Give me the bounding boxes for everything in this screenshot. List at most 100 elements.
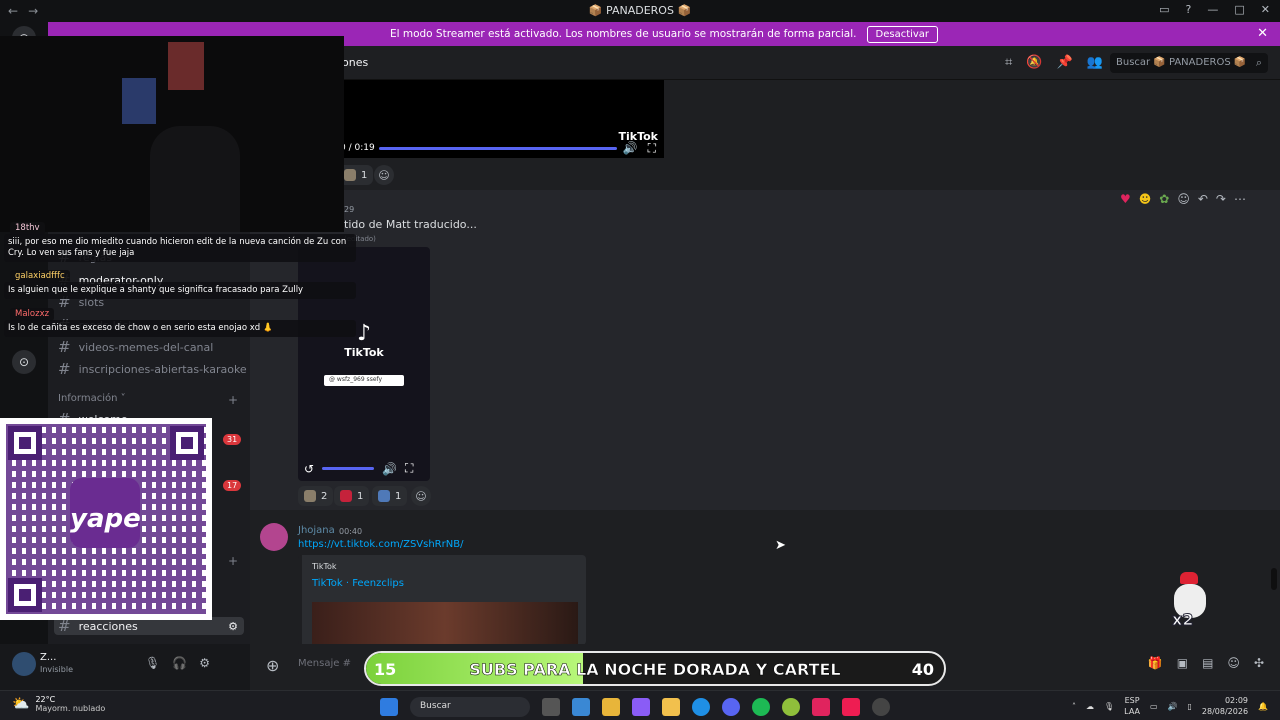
add-reaction-icon[interactable]: ☺	[411, 486, 431, 506]
gift-icon[interactable]: 🎁	[1148, 656, 1163, 670]
notifications-icon[interactable]: 🔕	[1026, 55, 1042, 70]
network-icon[interactable]: ▭	[1150, 702, 1158, 711]
attach-plus-icon[interactable]: ⊕	[266, 656, 279, 675]
settings-icon[interactable]: ⚙	[228, 620, 238, 633]
clock[interactable]: 02:09 28/08/2026	[1202, 695, 1248, 717]
gif-icon[interactable]: ▣	[1177, 656, 1188, 670]
taskbar-apps: Buscar	[380, 697, 890, 717]
mic-icon[interactable]: 🎙	[1104, 702, 1114, 711]
start-icon[interactable]	[380, 698, 398, 716]
battery-icon[interactable]: ▯	[1188, 702, 1192, 711]
task-view-icon[interactable]	[542, 698, 560, 716]
reaction[interactable]: 1	[372, 486, 408, 506]
file-explorer-icon[interactable]	[662, 698, 680, 716]
video-controls: 🔊 ⛶	[623, 141, 656, 156]
search-icon: ⌕	[1255, 56, 1262, 69]
inbox-icon[interactable]: ▭	[1159, 3, 1169, 16]
fullscreen-icon[interactable]: ⛶	[405, 461, 413, 476]
banner-text: El modo Streamer está activado. Los nomb…	[389, 28, 857, 40]
notepad-icon[interactable]	[572, 698, 590, 716]
spotify-icon[interactable]	[752, 698, 770, 716]
minimize-icon[interactable]: —	[1207, 3, 1218, 16]
message-author[interactable]: Jhojana	[298, 525, 335, 536]
store-icon[interactable]	[602, 698, 620, 716]
embed-title[interactable]: TikTok · Feenzclips	[312, 578, 404, 589]
taskbar-search[interactable]: Buscar	[410, 697, 530, 717]
obs-icon[interactable]	[872, 698, 890, 716]
notification-bell-icon[interactable]: 🔔	[1258, 702, 1268, 711]
channel-item[interactable]: # inscripciones-abiertas-karaoke	[58, 360, 247, 378]
add-reaction-icon[interactable]: ☺	[1177, 192, 1190, 206]
channel-name: ones	[342, 56, 369, 69]
goose-mascot: x2	[1168, 570, 1212, 632]
heart-reaction-icon[interactable]: ♥	[1120, 192, 1131, 206]
volume-slider[interactable]	[322, 467, 375, 470]
discord-icon[interactable]	[722, 698, 740, 716]
replay-icon[interactable]: ↺	[304, 462, 314, 476]
pin-icon[interactable]: 📌	[1057, 55, 1073, 70]
user-status: Invisible	[40, 665, 73, 674]
message-text: tido de Matt traducido...	[344, 218, 477, 231]
volume-icon[interactable]: 🔊	[382, 462, 397, 476]
sticker-icon[interactable]: ▤	[1202, 656, 1213, 670]
mention-badge: 17	[223, 480, 242, 491]
help-icon[interactable]: ?	[1186, 3, 1192, 16]
copilot-icon[interactable]	[632, 698, 650, 716]
window-title: 📦 PANADEROS 📦	[588, 4, 692, 17]
deactivate-button[interactable]: Desactivar	[866, 25, 939, 43]
tiktok-icon[interactable]	[842, 698, 860, 716]
app-icon[interactable]	[812, 698, 830, 716]
category-informacion[interactable]: Información ˅	[58, 393, 126, 404]
headphones-icon[interactable]: 🎧	[172, 656, 187, 670]
reply-icon[interactable]: ↶	[1198, 192, 1208, 206]
add-channel-icon[interactable]: +	[228, 393, 238, 407]
sub-goal-bar: 15 SUBS PARA LA NOCHE DORADA Y CARTEL 40	[364, 651, 946, 686]
emoji-icon[interactable]: ☺	[1227, 656, 1240, 670]
reaction-emoji	[344, 169, 356, 181]
system-tray: ˄ ☁ 🎙 ESP LAA ▭ 🔊 ▯ 02:09 28/08/2026 🔔	[1072, 695, 1268, 717]
volume-icon[interactable]: 🔊	[623, 141, 638, 156]
edge-icon[interactable]	[692, 698, 710, 716]
volume-icon[interactable]: 🔊	[1168, 702, 1178, 711]
video-progress[interactable]	[379, 147, 617, 150]
video-player[interactable]: 0 / 0:19 TikTok 🔊 ⛶	[340, 80, 664, 158]
banner-close-icon[interactable]: ✕	[1257, 26, 1268, 41]
settings-icon[interactable]: ⚙	[199, 656, 210, 670]
custom-emoji-icon[interactable]: ✿	[1159, 192, 1169, 206]
microphone-icon[interactable]: 🎙	[145, 656, 160, 670]
add-reaction-icon[interactable]: ☺	[374, 165, 394, 185]
yape-qr-code: yape	[0, 418, 212, 620]
reaction[interactable]: 1	[334, 486, 370, 506]
language-indicator[interactable]: ESP LAA	[1124, 695, 1140, 717]
hash-icon: #	[58, 360, 71, 378]
weather-widget[interactable]: ⛅ 22°C Mayorm. nublado	[12, 695, 105, 713]
user-avatar[interactable]	[12, 652, 36, 676]
message-input[interactable]: Mensaje #	[298, 658, 351, 669]
reaction[interactable]: 2	[298, 486, 334, 506]
message-link[interactable]: https://vt.tiktok.com/ZSVshRrNB/	[298, 539, 463, 550]
members-icon[interactable]: 👥	[1087, 55, 1103, 70]
mascot-hat	[1180, 572, 1198, 584]
forward-icon[interactable]: ↷	[1216, 192, 1226, 206]
reaction-emoji	[340, 490, 352, 502]
embed-thumbnail[interactable]	[312, 602, 578, 645]
scrollbar[interactable]	[1271, 568, 1277, 590]
window-controls: ▭ ? — □ ✕	[1159, 3, 1270, 16]
threads-icon[interactable]: ⌗	[1005, 55, 1012, 70]
close-icon[interactable]: ✕	[1261, 3, 1270, 16]
avatar[interactable]	[260, 523, 288, 551]
wall-poster	[168, 42, 204, 90]
maximize-icon[interactable]: □	[1234, 3, 1244, 16]
qr-finder	[8, 426, 42, 460]
more-icon[interactable]: ⋯	[1234, 192, 1246, 206]
cloud-icon[interactable]: ☁	[1086, 702, 1094, 711]
add-channel-icon[interactable]: +	[228, 554, 238, 568]
laugh-reaction-icon[interactable]: ☻	[1139, 192, 1152, 206]
fullscreen-icon[interactable]: ⛶	[648, 141, 656, 156]
search-input[interactable]: Buscar 📦 PANADEROS 📦 ⌕	[1110, 53, 1268, 73]
discover-icon[interactable]: ⊙	[12, 350, 36, 374]
apps-icon[interactable]: ✣	[1254, 656, 1264, 670]
tray-chevron-icon[interactable]: ˄	[1072, 702, 1076, 711]
app-icon[interactable]	[782, 698, 800, 716]
qr-finder	[170, 426, 204, 460]
